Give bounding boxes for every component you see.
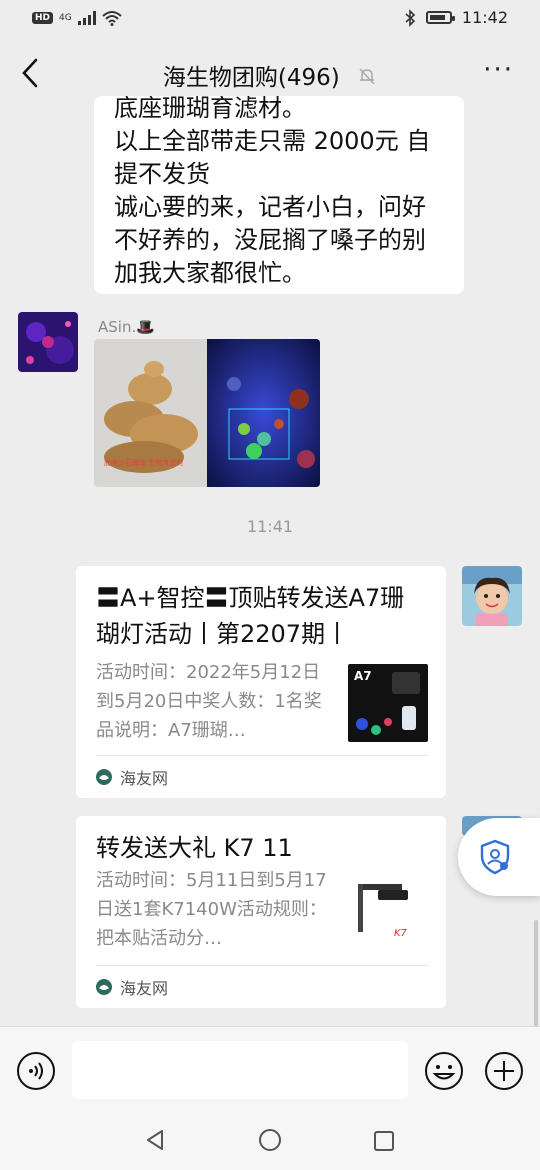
card-thumbnail: K7 [348, 872, 428, 950]
shield-user-icon [480, 839, 510, 875]
card-title: 转发送大礼 K7 11 [96, 834, 293, 862]
sender-avatar[interactable] [18, 312, 78, 372]
signal-icon [77, 11, 96, 25]
message-line: 底座珊瑚育滤材。 [114, 96, 306, 122]
emoji-button[interactable] [424, 1051, 464, 1095]
battery-icon [425, 11, 455, 24]
sender-name: ASin.🎩 [98, 318, 155, 336]
voice-button[interactable] [16, 1051, 56, 1095]
status-bar: HD 4G 11:42 [0, 0, 540, 40]
wifi-icon [102, 11, 122, 26]
message-line: 以上全部带走只需 2000元 自提不发货 [114, 127, 431, 188]
source-logo-icon [96, 979, 112, 995]
nav-home-button[interactable] [258, 1128, 282, 1156]
message-line: 诚心要的来，记者小白，问好不好养的，没屁搁了嗓子的别加我大家都很忙。 [114, 193, 426, 287]
thumb-label: K7 [394, 928, 408, 939]
nav-recent-button[interactable] [373, 1130, 395, 1156]
source-logo-icon [96, 769, 112, 785]
nav-back-button[interactable] [144, 1128, 166, 1156]
card-title: 〓A+智控〓顶贴转发送A7珊瑚灯活动丨第2207期丨 [96, 584, 405, 648]
system-navbar [0, 1112, 540, 1170]
mute-bell-icon [357, 66, 377, 92]
more-options-button[interactable]: ··· [483, 57, 514, 83]
message-input[interactable] [72, 1041, 408, 1099]
input-bar [0, 1026, 540, 1113]
card-thumbnail: A7 [348, 664, 428, 742]
voice-icon [17, 1052, 55, 1090]
hd-badge: HD [32, 12, 54, 24]
link-card[interactable]: 转发送大礼 K7 11 活动时间：5月11日到5月17日送1套K7140W活动规… [76, 816, 446, 1008]
text-message-bubble[interactable]: 底座珊瑚育滤材。 以上全部带走只需 2000元 自提不发货 诚心要的来，记者小白… [94, 96, 464, 294]
card-source: 海友网 [120, 979, 169, 998]
card-source: 海友网 [120, 769, 169, 788]
circle-home-icon [259, 1129, 281, 1151]
chat-title: 海生物团购(496) [162, 65, 340, 91]
my-avatar[interactable] [462, 566, 522, 626]
scrollbar[interactable] [534, 920, 538, 1030]
plus-button[interactable] [484, 1051, 524, 1095]
clock: 11:42 [461, 8, 508, 27]
plus-icon [485, 1052, 523, 1090]
network-type: 4G [59, 13, 72, 23]
bluetooth-icon [405, 8, 416, 27]
time-separator: 11:41 [246, 517, 294, 536]
image-caption: 底座沙石珊瑚 生物育滤材 [104, 458, 183, 467]
square-recent-icon [374, 1131, 394, 1151]
emoji-icon [425, 1052, 463, 1090]
floating-shield-button[interactable] [458, 818, 540, 896]
image-message[interactable]: 底座沙石珊瑚 生物育滤材 [94, 339, 320, 487]
card-description: 活动时间：2022年5月12日到5月20日中奖人数：1名奖品说明：A7珊瑚… [96, 662, 322, 741]
link-card[interactable]: 〓A+智控〓顶贴转发送A7珊瑚灯活动丨第2207期丨 活动时间：2022年5月1… [76, 566, 446, 798]
card-description: 活动时间：5月11日到5月17日送1套K7140W活动规则：把本贴活动分… [96, 870, 327, 949]
thumb-label: A7 [354, 669, 372, 683]
triangle-back-icon [147, 1130, 163, 1150]
